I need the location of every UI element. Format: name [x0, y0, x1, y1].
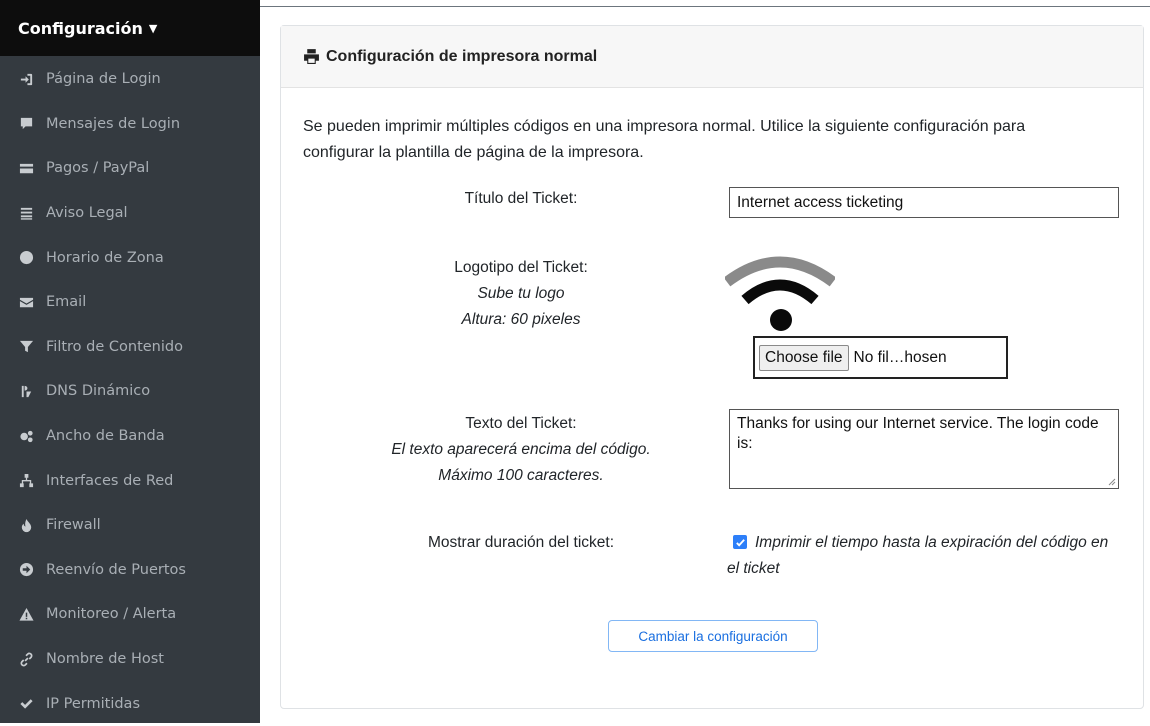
sidebar-item-label: Ancho de Banda — [46, 428, 165, 445]
ticket-text-max-hint: Máximo 100 caracteres. — [438, 467, 604, 484]
printer-config-card: Configuración de impresora normal Se pue… — [280, 25, 1144, 709]
link-icon — [18, 651, 34, 667]
sidebar-item-label: Interfaces de Red — [46, 472, 174, 489]
card-description: Se pueden imprimir múltiples códigos en … — [303, 118, 1026, 161]
sidebar-item-label: Página de Login — [46, 71, 161, 88]
ticket-text-value: Thanks for using our Internet service. T… — [737, 415, 1099, 452]
sidebar-item-label: Pagos / PayPal — [46, 160, 150, 177]
clock-icon — [18, 250, 34, 266]
dns-icon — [18, 383, 34, 399]
sidebar-item-label: Firewall — [46, 517, 101, 534]
envelope-icon — [18, 294, 34, 310]
file-status-text: No fil…hosen — [853, 348, 947, 366]
duration-description: Imprimir el tiempo hasta la expiración d… — [727, 534, 1109, 577]
comment-icon — [18, 116, 34, 132]
list-icon — [18, 205, 34, 221]
sign-in-icon — [18, 71, 34, 87]
sidebar-item-dynamic-dns[interactable]: DNS Dinámico — [0, 369, 260, 414]
filter-icon — [18, 339, 34, 355]
logo-file-input[interactable]: Choose file No fil…hosen — [753, 336, 1008, 379]
sidebar-item-label: Monitoreo / Alerta — [46, 606, 177, 623]
ticket-text-hint: El texto aparecerá encima del código. — [391, 441, 651, 458]
sidebar-item-legal[interactable]: Aviso Legal — [0, 191, 260, 236]
save-settings-button[interactable]: Cambiar la configuración — [608, 620, 818, 652]
sidebar-item-label: Horario de Zona — [46, 249, 164, 266]
sidebar-item-email[interactable]: Email — [0, 280, 260, 325]
sidebar-item-allowed-ips[interactable]: IP Permitidas — [0, 681, 260, 726]
sidebar: Configuración ▼ Página de Login Mensajes… — [0, 0, 260, 723]
choose-file-button[interactable]: Choose file — [759, 344, 849, 371]
credit-card-icon — [18, 160, 34, 176]
card-title: Configuración de impresora normal — [326, 47, 598, 65]
sidebar-item-login-page[interactable]: Página de Login — [0, 57, 260, 102]
sidebar-item-label: Aviso Legal — [46, 205, 128, 222]
ticket-title-label: Título del Ticket: — [464, 190, 578, 207]
sidebar-item-label: Email — [46, 294, 87, 311]
sidebar-title: Configuración — [18, 18, 143, 38]
sidebar-item-label: DNS Dinámico — [46, 383, 151, 400]
card-header: Configuración de impresora normal — [281, 26, 1143, 88]
ticket-text-label: Texto del Ticket: — [465, 415, 577, 432]
warning-icon — [18, 606, 34, 622]
sidebar-item-bandwidth[interactable]: Ancho de Banda — [0, 414, 260, 459]
ticket-title-input[interactable] — [729, 187, 1119, 218]
ticket-text-label-group: Texto del Ticket: El texto aparecerá enc… — [321, 411, 721, 489]
sidebar-item-label: Reenvío de Puertos — [46, 561, 186, 578]
print-icon — [304, 49, 319, 64]
ticket-logo-hint: Sube tu logo — [477, 285, 565, 302]
arrow-circle-icon — [18, 562, 34, 578]
duration-label: Mostrar duración del ticket: — [427, 534, 615, 551]
wifi-icon — [725, 256, 835, 331]
sidebar-item-login-messages[interactable]: Mensajes de Login — [0, 102, 260, 147]
checkmark-icon — [735, 538, 745, 547]
ticket-text-textarea[interactable]: Thanks for using our Internet service. T… — [729, 409, 1119, 489]
check-icon — [18, 696, 34, 712]
sidebar-item-payments[interactable]: Pagos / PayPal — [0, 146, 260, 191]
sidebar-item-firewall[interactable]: Firewall — [0, 503, 260, 548]
sidebar-item-network-interfaces[interactable]: Interfaces de Red — [0, 458, 260, 503]
caret-down-icon: ▼ — [148, 21, 158, 35]
ticket-logo-height-hint: Altura: 60 pixeles — [461, 311, 581, 328]
sidebar-item-label: Nombre de Host — [46, 651, 164, 668]
sidebar-header[interactable]: Configuración ▼ — [0, 0, 260, 56]
network-icon — [18, 473, 34, 489]
ticket-logo-label-group: Logotipo del Ticket: Sube tu logo Altura… — [381, 255, 661, 333]
sidebar-item-label: IP Permitidas — [46, 695, 140, 712]
sidebar-item-monitoring[interactable]: Monitoreo / Alerta — [0, 592, 260, 637]
fire-icon — [18, 517, 34, 533]
resize-grip-icon[interactable] — [1108, 478, 1116, 486]
sidebar-item-port-forwarding[interactable]: Reenvío de Puertos — [0, 548, 260, 593]
sidebar-item-content-filter[interactable]: Filtro de Contenido — [0, 325, 260, 370]
duration-checkbox[interactable] — [733, 535, 747, 549]
sidebar-item-timezone[interactable]: Horario de Zona — [0, 235, 260, 280]
top-divider — [260, 6, 1150, 7]
ticket-logo-label: Logotipo del Ticket: — [454, 259, 588, 276]
sidebar-item-label: Filtro de Contenido — [46, 338, 183, 355]
sidebar-item-label: Mensajes de Login — [46, 115, 181, 132]
cogs-icon — [18, 428, 34, 444]
sidebar-item-hostname[interactable]: Nombre de Host — [0, 637, 260, 682]
